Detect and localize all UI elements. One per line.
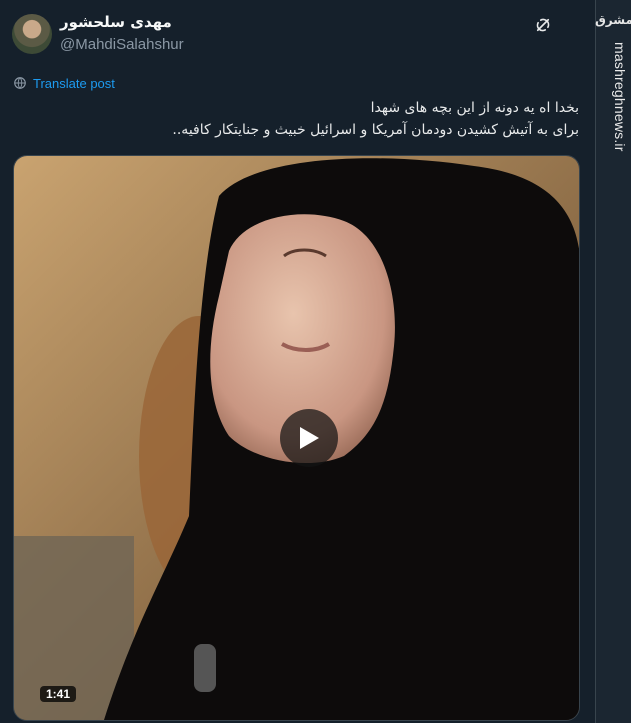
- video-duration: 1:41: [40, 686, 77, 702]
- watermark-site: mashreghnews.ir: [612, 42, 628, 152]
- mashregh-logo: مشرق: [595, 13, 631, 27]
- globe-translate-icon: [14, 77, 26, 89]
- tweet-text: بخدا اه یه دونه از این بچه های شهدا برای…: [19, 97, 579, 141]
- translate-post-link[interactable]: Translate post: [13, 74, 115, 92]
- video-player[interactable]: 1:41: [13, 155, 580, 721]
- user-handle[interactable]: @MahdiSalahshur: [60, 36, 184, 53]
- display-name[interactable]: مهدی سلحشور: [60, 13, 172, 31]
- tweet-text-line: بخدا اه یه دونه از این بچه های شهدا: [370, 100, 579, 116]
- translate-post-label: Translate post: [33, 75, 115, 91]
- avatar[interactable]: [12, 14, 52, 54]
- grok-icon[interactable]: [534, 16, 552, 34]
- tweet-text-line: برای به آتیش کشیدن دودمان آمریکا و اسرائ…: [172, 122, 579, 138]
- play-button[interactable]: [280, 409, 338, 467]
- tweet: مهدی سلحشور @MahdiSalahshur Translate po…: [0, 0, 595, 723]
- play-icon: [300, 427, 319, 449]
